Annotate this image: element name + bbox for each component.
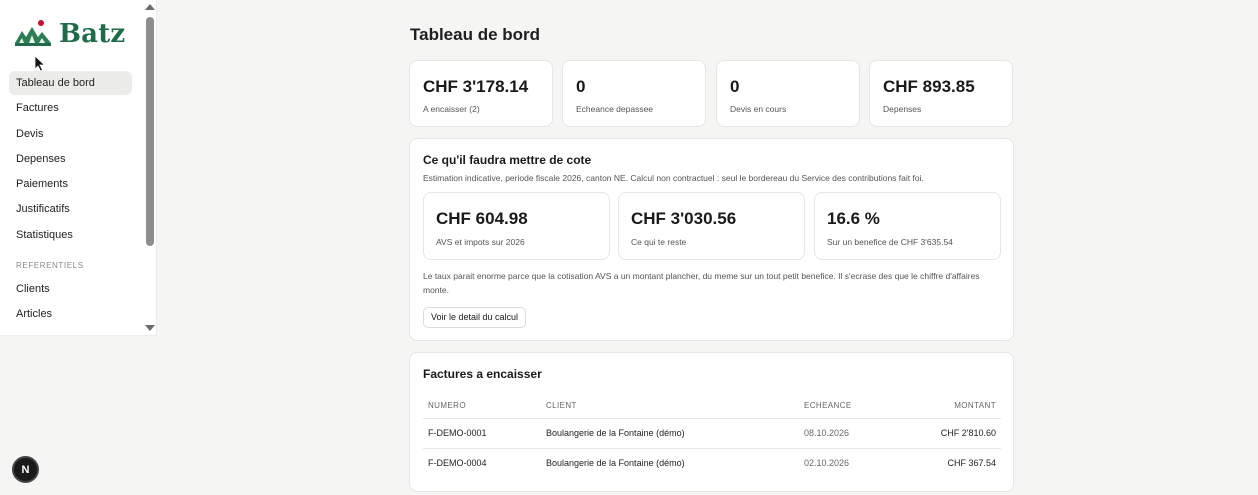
n-badge-button[interactable]: N bbox=[12, 456, 39, 483]
estimate-card-reste: CHF 3'030.56 Ce qui te reste bbox=[618, 192, 805, 260]
voir-detail-calcul-button[interactable]: Voir le detail du calcul bbox=[423, 307, 527, 328]
estimate-label: AVS et impots sur 2026 bbox=[436, 237, 525, 247]
invoices-title: Factures a encaisser bbox=[423, 367, 542, 381]
cell-numero[interactable]: F-DEMO-0004 bbox=[423, 448, 541, 478]
invoices-table: NUMERO CLIENT ECHEANCE MONTANT F-DEMO-00… bbox=[423, 394, 1001, 478]
estimate-card-avs-impots: CHF 604.98 AVS et impots sur 2026 bbox=[423, 192, 610, 260]
mouse-cursor-icon bbox=[34, 55, 46, 72]
estimate-label: Sur un benefice de CHF 3'635.54 bbox=[827, 237, 953, 247]
stat-label: Echeance depassee bbox=[576, 104, 654, 114]
cell-echeance: 02.10.2026 bbox=[804, 458, 850, 469]
stat-card-depenses[interactable]: CHF 893.85 Depenses bbox=[869, 60, 1013, 127]
scroll-up-arrow-icon[interactable] bbox=[145, 4, 155, 10]
sidebar-item-paiements[interactable]: Paiements bbox=[9, 172, 132, 196]
sidebar-item-tableau-de-bord[interactable]: Tableau de bord bbox=[9, 71, 132, 95]
stat-value: CHF 3'178.14 bbox=[423, 77, 529, 96]
stat-label: Depenses bbox=[883, 104, 922, 114]
sidebar-item-justificatifs[interactable]: Justificatifs bbox=[9, 197, 132, 221]
sidebar: Batz Tableau de bord Factures Devis Depe… bbox=[0, 0, 157, 336]
page-title: Tableau de bord bbox=[410, 25, 541, 44]
cell-client: Boulangerie de la Fontaine (démo) bbox=[546, 458, 685, 469]
estimate-value: 16.6 % bbox=[827, 209, 880, 228]
estimate-value: CHF 3'030.56 bbox=[631, 209, 737, 228]
cell-montant: CHF 367.54 bbox=[947, 458, 996, 469]
column-header-montant[interactable]: MONTANT bbox=[909, 394, 1001, 419]
estimate-value: CHF 604.98 bbox=[436, 209, 528, 228]
sidebar-item-articles[interactable]: Articles bbox=[9, 302, 132, 326]
sidebar-item-clients[interactable]: Clients bbox=[9, 277, 132, 301]
column-header-client[interactable]: CLIENT bbox=[541, 394, 799, 419]
cell-montant: CHF 2'810.60 bbox=[909, 418, 1001, 449]
sidebar-nav: Tableau de bord Factures Devis Depenses … bbox=[9, 71, 132, 327]
sidebar-item-devis[interactable]: Devis bbox=[9, 122, 132, 146]
cell-client: Boulangerie de la Fontaine (démo) bbox=[541, 418, 799, 449]
logo-mountains-icon bbox=[15, 20, 51, 46]
stat-value: 0 bbox=[576, 77, 586, 96]
estimate-subtitle: Estimation indicative, periode fiscale 2… bbox=[423, 173, 924, 183]
column-header-numero[interactable]: NUMERO bbox=[423, 394, 541, 419]
scroll-down-arrow-icon[interactable] bbox=[145, 325, 155, 331]
brand-logo[interactable]: Batz bbox=[15, 18, 125, 50]
stat-label: A encaisser (2) bbox=[423, 104, 480, 114]
estimate-note: Le taux parait enorme parce que la cotis… bbox=[423, 271, 980, 295]
estimate-title: Ce qu'il faudra mettre de cote bbox=[423, 153, 592, 167]
sidebar-section-label: REFERENTIELS bbox=[16, 260, 84, 270]
cell-echeance: 08.10.2026 bbox=[799, 418, 909, 449]
stat-label: Devis en cours bbox=[730, 104, 787, 114]
sidebar-item-depenses[interactable]: Depenses bbox=[9, 147, 132, 171]
estimate-label: Ce qui te reste bbox=[631, 237, 687, 247]
stat-card-a-encaisser[interactable]: CHF 3'178.14 A encaisser (2) bbox=[409, 60, 553, 127]
sidebar-scrollbar[interactable] bbox=[143, 0, 156, 335]
cell-numero[interactable]: F-DEMO-0001 bbox=[423, 418, 541, 449]
table-row[interactable]: F-DEMO-0004 Boulangerie de la Fontaine (… bbox=[423, 448, 1001, 478]
scrollbar-thumb[interactable] bbox=[146, 17, 154, 246]
table-header-row: NUMERO CLIENT ECHEANCE MONTANT bbox=[423, 394, 1001, 419]
estimate-card-taux: 16.6 % Sur un benefice de CHF 3'635.54 bbox=[814, 192, 1001, 260]
stat-value: CHF 893.85 bbox=[883, 77, 975, 96]
estimate-panel: Ce qu'il faudra mettre de cote Estimatio… bbox=[409, 138, 1014, 341]
stat-card-devis-en-cours[interactable]: 0 Devis en cours bbox=[716, 60, 860, 127]
column-header-echeance[interactable]: ECHEANCE bbox=[799, 394, 909, 419]
stat-value: 0 bbox=[730, 77, 740, 96]
stat-card-echeance-depassee[interactable]: 0 Echeance depassee bbox=[562, 60, 706, 127]
brand-name: Batz bbox=[59, 19, 126, 49]
invoices-panel: Factures a encaisser NUMERO CLIENT ECHEA… bbox=[409, 352, 1014, 492]
table-row[interactable]: F-DEMO-0001 Boulangerie de la Fontaine (… bbox=[423, 418, 1001, 449]
sidebar-item-statistiques[interactable]: Statistiques bbox=[9, 223, 132, 247]
sidebar-item-factures[interactable]: Factures bbox=[9, 96, 132, 120]
